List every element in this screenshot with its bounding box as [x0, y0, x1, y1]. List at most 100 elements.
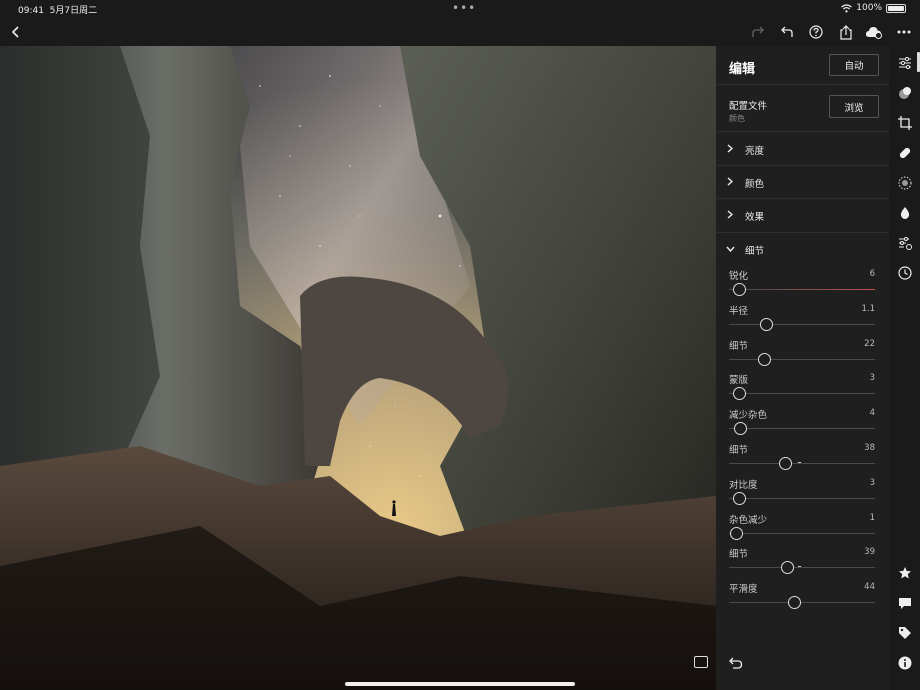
slider-thumb[interactable] — [757, 352, 771, 366]
slider-value: 1 — [869, 512, 875, 523]
slider-label: 减少杂色 — [729, 410, 768, 422]
chevron-right-icon — [727, 177, 733, 186]
tool-rail — [889, 46, 920, 690]
slider-thumb[interactable] — [732, 491, 746, 505]
redo-icon — [752, 26, 764, 37]
section-label: 亮度 — [745, 146, 765, 157]
slider-track[interactable] — [729, 289, 875, 290]
slider-value: 6 — [869, 269, 875, 279]
slider-label: 细节 — [729, 549, 749, 561]
slider-thumb[interactable] — [729, 526, 743, 540]
slider-label: 杂色减少 — [729, 514, 768, 526]
slider-thumb[interactable] — [732, 387, 746, 401]
slider-label: 细节 — [729, 445, 749, 456]
slider-thumb[interactable] — [734, 422, 748, 436]
battery-icon — [886, 3, 906, 13]
slider-track[interactable] — [729, 567, 875, 569]
slider-label: 细节 — [729, 340, 749, 352]
browse-button[interactable]: 浏览 — [829, 95, 879, 118]
slider-track[interactable] — [729, 428, 875, 430]
image-info-icon[interactable] — [694, 656, 708, 668]
slider-value: 22 — [864, 338, 875, 349]
slider-label: 对比度 — [729, 479, 758, 491]
slider-thumb[interactable] — [779, 457, 793, 470]
reset-button[interactable] — [729, 654, 743, 673]
more-icon — [897, 30, 911, 34]
crop-icon[interactable] — [896, 114, 913, 131]
reset-icon — [729, 657, 743, 669]
slider-track[interactable] — [729, 602, 875, 604]
chevron-down-icon — [726, 246, 735, 252]
status-time: 09:41 5月7日周二 — [18, 6, 98, 16]
slider-row: 半径 1.1 — [729, 303, 875, 338]
slider-track[interactable] — [729, 393, 875, 395]
photo-canvas[interactable] — [0, 46, 716, 690]
slider-row: 蒙版 3 — [729, 372, 875, 407]
section-label: 颜色 — [745, 179, 765, 190]
chevron-right-icon — [727, 210, 733, 219]
slider-row: 平滑度 44 — [729, 581, 875, 616]
slider-value: 38 — [864, 443, 875, 453]
chevron-left-icon — [11, 26, 19, 38]
slider-track[interactable] — [729, 497, 875, 499]
help-button[interactable] — [806, 22, 826, 42]
wifi-icon — [841, 3, 853, 12]
slider-track[interactable] — [729, 463, 875, 464]
slider-thumb[interactable] — [788, 596, 802, 610]
color-mix-icon[interactable] — [896, 84, 913, 101]
more-button[interactable] — [894, 22, 914, 42]
slider-value: 3 — [869, 373, 875, 384]
sliders-icon[interactable] — [896, 54, 913, 71]
slider-thumb[interactable] — [780, 561, 794, 575]
info-icon[interactable] — [896, 654, 913, 671]
redo-button[interactable] — [748, 22, 768, 42]
status-bar: 09:41 5月7日周二 ••• 100% — [0, 0, 920, 18]
profile-label: 配置文件 — [729, 101, 768, 112]
vignette-icon[interactable] — [896, 174, 913, 191]
healing-brush-icon[interactable] — [896, 144, 913, 161]
slider-thumb[interactable] — [732, 283, 746, 296]
divider — [716, 131, 889, 132]
section-effects[interactable]: 效果 — [716, 199, 889, 232]
top-toolbar — [0, 18, 920, 46]
presets-icon[interactable] — [896, 234, 913, 251]
cloud-sync-button[interactable] — [864, 22, 884, 42]
battery-percent: 100% — [856, 3, 882, 13]
slider-thumb[interactable] — [760, 317, 774, 331]
droplet-icon[interactable] — [896, 204, 913, 221]
multitasking-dots-icon[interactable]: ••• — [452, 1, 476, 15]
slider-default-tick — [797, 566, 801, 568]
help-icon — [809, 25, 823, 39]
star-icon[interactable] — [896, 564, 913, 581]
slider-track[interactable] — [729, 358, 875, 360]
history-icon[interactable] — [896, 264, 913, 281]
share-button[interactable] — [836, 22, 856, 42]
slider-track[interactable] — [729, 532, 875, 534]
section-color[interactable]: 颜色 — [716, 166, 889, 199]
comment-icon[interactable] — [896, 594, 913, 611]
slider-value: 4 — [869, 408, 875, 419]
auto-button[interactable]: 自动 — [829, 54, 879, 76]
slider-value: 3 — [869, 477, 875, 488]
tag-icon[interactable] — [896, 624, 913, 641]
cloud-sync-icon — [865, 26, 882, 39]
undo-button[interactable] — [777, 22, 797, 42]
slider-value: 1.1 — [861, 303, 875, 314]
share-icon — [840, 24, 852, 40]
back-button[interactable] — [6, 22, 26, 42]
slider-row: 锐化 6 — [729, 268, 875, 303]
slider-row: 对比度 3 — [729, 477, 875, 512]
night-sky-arch-photo — [0, 46, 716, 690]
slider-row: 细节 38 — [729, 442, 875, 477]
edit-panel: 编辑 自动 配置文件 颜色 浏览 亮度 颜色 效果 细节 锐化 6 半径 1.1 细节 2… — [716, 46, 889, 690]
slider-label: 蒙版 — [729, 375, 749, 387]
profile-value: 颜色 — [729, 114, 745, 123]
slider-default-tick — [797, 462, 801, 463]
slider-label: 平滑度 — [729, 584, 758, 596]
divider — [716, 84, 889, 85]
section-detail[interactable]: 细节 — [716, 233, 889, 266]
slider-label: 半径 — [729, 305, 749, 317]
slider-row: 杂色减少 1 — [729, 512, 875, 547]
section-light[interactable]: 亮度 — [716, 133, 889, 166]
slider-track[interactable] — [729, 323, 875, 325]
